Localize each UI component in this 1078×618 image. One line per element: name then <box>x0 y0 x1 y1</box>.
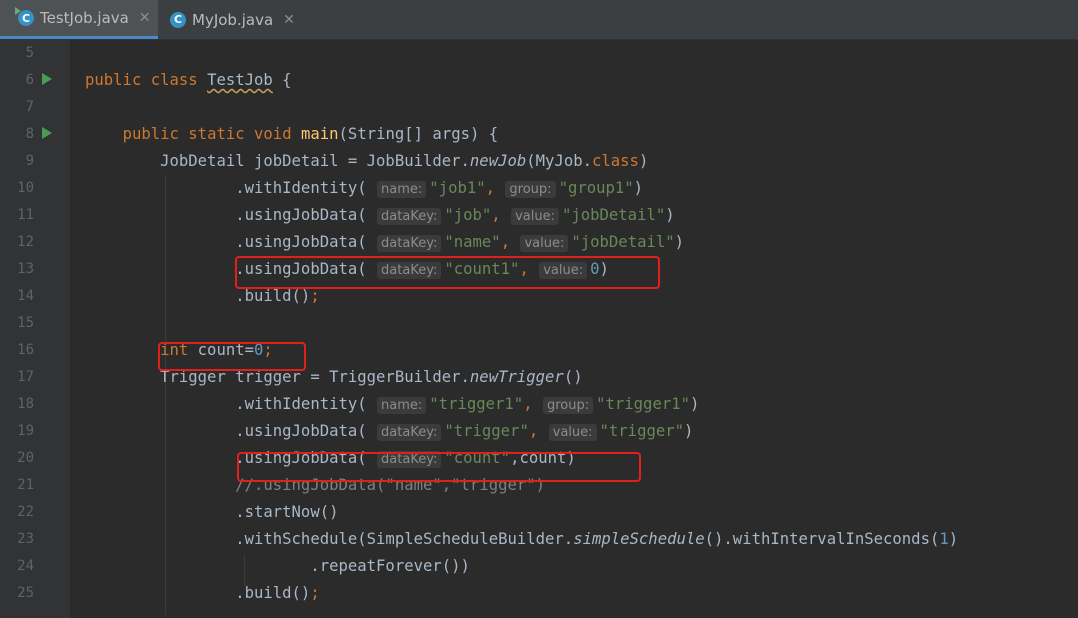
tab-myjob[interactable]: C MyJob.java ✕ <box>158 0 308 39</box>
line-number: 8 <box>25 126 34 142</box>
line-number: 20 <box>17 450 34 466</box>
tab-testjob[interactable]: C TestJob.java ✕ <box>0 0 158 39</box>
code-line-11: .usingJobData( dataKey: "job", value: "job… <box>235 206 675 225</box>
line-number: 21 <box>17 477 34 493</box>
code-line-6: public class TestJob { <box>85 71 292 89</box>
line-number: 17 <box>17 369 34 385</box>
close-icon[interactable]: ✕ <box>283 12 295 28</box>
line-number: 6 <box>25 72 34 88</box>
line-number: 13 <box>17 261 34 277</box>
run-class-icon[interactable] <box>42 73 52 85</box>
java-class-icon: C <box>170 11 186 28</box>
editor-tab-bar: C TestJob.java ✕ C MyJob.java ✕ <box>0 0 1078 40</box>
parameter-hint: dataKey: <box>377 208 442 225</box>
parameter-hint: dataKey: <box>377 235 442 252</box>
keyword: public <box>85 71 142 89</box>
parameter-hint: name: <box>377 181 427 198</box>
parameter-hint: value: <box>511 208 559 225</box>
keyword: class <box>150 71 198 89</box>
line-number: 12 <box>17 234 34 250</box>
highlight-box-line-13 <box>235 256 660 289</box>
line-number: 24 <box>17 558 34 574</box>
line-number: 7 <box>25 99 34 115</box>
parameter-hint: value: <box>548 424 597 441</box>
line-number: 22 <box>17 504 34 520</box>
parameter-hint: value: <box>520 235 569 252</box>
parameter-hint: group: <box>505 181 556 198</box>
line-number: 19 <box>17 423 34 439</box>
line-number: 15 <box>17 315 34 331</box>
parameter-hint: name: <box>377 397 427 414</box>
code-line-19: .usingJobData( dataKey: "trigger", value:… <box>235 422 694 441</box>
highlight-box-line-16 <box>158 342 306 371</box>
highlight-box-line-20 <box>237 452 641 482</box>
line-number: 25 <box>17 585 34 601</box>
line-number: 11 <box>17 207 34 223</box>
code-line-25: .build(); <box>235 584 320 602</box>
line-number: 16 <box>17 342 34 358</box>
line-number: 14 <box>17 288 34 304</box>
runnable-mark-icon <box>15 7 21 15</box>
code-line-22: .startNow() <box>235 503 339 521</box>
tab-label: TestJob.java <box>40 9 129 27</box>
run-main-icon[interactable] <box>42 127 52 139</box>
java-class-icon: C <box>15 7 34 26</box>
code-line-8: public static void main(String[] args) { <box>122 125 499 143</box>
code-line-12: .usingJobData( dataKey: "name", value: "jo… <box>235 233 685 252</box>
parameter-hint: dataKey: <box>377 424 442 441</box>
code-line-9: JobDetail jobDetail = JobBuilder.newJob(… <box>160 152 649 170</box>
line-number: 5 <box>25 45 34 61</box>
line-number: 9 <box>25 153 34 169</box>
code-line-23: .withSchedule(SimpleScheduleBuilder.simp… <box>235 530 959 548</box>
class-name: TestJob <box>207 71 273 89</box>
line-number: 10 <box>17 180 34 196</box>
close-icon[interactable]: ✕ <box>139 10 151 26</box>
line-number: 23 <box>17 531 34 547</box>
code-line-10: .withIdentity( name: "job1", group: "group… <box>235 179 644 198</box>
line-number: 18 <box>17 396 34 412</box>
method-name: main <box>300 125 339 143</box>
code-line-24: .repeatForever()) <box>310 557 470 575</box>
line-number-gutter[interactable]: 5 6 7 8 9 10 11 12 13 14 15 16 17 18 19 … <box>0 40 81 618</box>
tab-label: MyJob.java <box>192 10 274 29</box>
code-line-18: .withIdentity( name: "trigger1", group: "t… <box>235 395 700 414</box>
parameter-hint: group: <box>542 397 594 414</box>
